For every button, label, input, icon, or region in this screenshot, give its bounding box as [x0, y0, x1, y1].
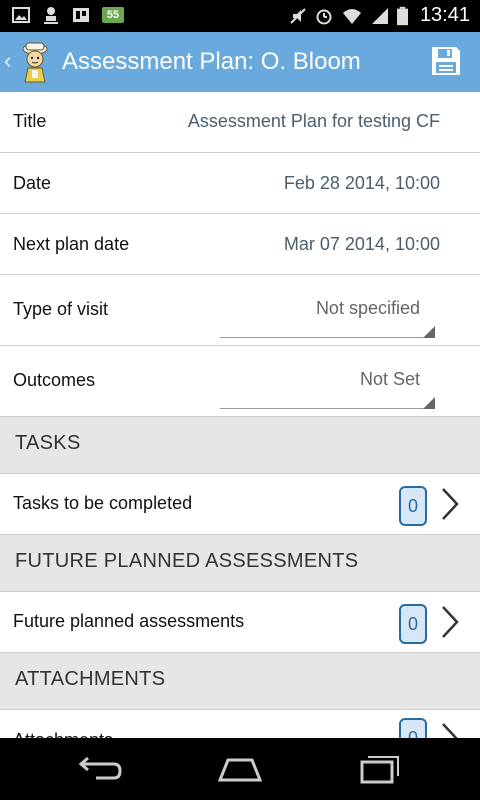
count-badge: 0: [399, 486, 427, 526]
attachments-row[interactable]: Attachments 0: [0, 710, 480, 738]
signal-icon: [371, 7, 388, 24]
page-title: Assessment Plan: O. Bloom: [62, 48, 361, 75]
outcomes-row: Outcomes Not Set: [0, 346, 480, 417]
form-content: Title Assessment Plan for testing CF Dat…: [0, 92, 480, 738]
count-badge: 0: [399, 718, 427, 738]
mute-icon: [290, 7, 306, 24]
spinner-underline: [220, 408, 435, 409]
action-bar: ‹ Assessment Plan: O. Bloom: [0, 32, 480, 92]
alarm-icon: [316, 9, 332, 24]
type-of-visit-value[interactable]: Not specified: [316, 298, 420, 319]
navigation-bar: [0, 738, 480, 800]
save-icon[interactable]: [430, 45, 462, 77]
title-field[interactable]: Assessment Plan for testing CF: [188, 111, 440, 132]
dropdown-triangle-icon: [423, 397, 435, 409]
tasks-section-header: TASKS: [0, 417, 480, 474]
chevron-right-icon[interactable]: [440, 487, 460, 521]
future-assessments-label: Future planned assessments: [13, 611, 245, 631]
battery-icon: [396, 6, 408, 25]
attachments-label: Attachments: [13, 730, 113, 738]
next-plan-date-value[interactable]: Mar 07 2014, 10:00: [284, 234, 440, 255]
spinner-underline: [220, 337, 435, 338]
date-value[interactable]: Feb 28 2014, 10:00: [284, 173, 440, 194]
chevron-right-icon[interactable]: [440, 722, 460, 738]
home-icon[interactable]: [216, 752, 264, 786]
tasks-label: Tasks to be completed: [13, 493, 193, 513]
storage-icon: [73, 8, 89, 22]
next-plan-date-row[interactable]: Next plan date Mar 07 2014, 10:00: [0, 214, 480, 275]
outcomes-label: Outcomes: [13, 370, 96, 390]
date-label: Date: [13, 173, 52, 193]
section-title: TASKS: [15, 432, 81, 454]
status-bar: 55 13:41: [0, 0, 480, 32]
type-of-visit-label: Type of visit: [13, 299, 109, 319]
outcomes-value[interactable]: Not Set: [360, 369, 420, 390]
date-row[interactable]: Date Feb 28 2014, 10:00: [0, 153, 480, 214]
next-plan-date-label: Next plan date: [13, 234, 130, 254]
title-row[interactable]: Title Assessment Plan for testing CF: [0, 92, 480, 153]
future-assessments-row[interactable]: Future planned assessments 0: [0, 592, 480, 653]
section-title: ATTACHMENTS: [15, 668, 166, 690]
chevron-right-icon[interactable]: [440, 605, 460, 639]
sim-icon: 55: [102, 7, 124, 23]
recent-apps-icon[interactable]: [356, 752, 404, 786]
back-icon[interactable]: [76, 752, 124, 786]
download-icon: [44, 7, 58, 24]
attachments-section-header: ATTACHMENTS: [0, 653, 480, 710]
wifi-icon: [342, 8, 361, 24]
type-of-visit-row: Type of visit Not specified: [0, 275, 480, 346]
section-title: FUTURE PLANNED ASSESSMENTS: [15, 550, 359, 572]
image-icon: [12, 7, 30, 23]
count-badge: 0: [399, 604, 427, 644]
tasks-row[interactable]: Tasks to be completed 0: [0, 474, 480, 535]
title-label: Title: [13, 111, 47, 131]
clock: 13:41: [419, 4, 470, 26]
back-chevron-icon[interactable]: ‹: [4, 48, 11, 74]
dropdown-triangle-icon: [423, 326, 435, 338]
app-logo-icon[interactable]: [18, 40, 52, 84]
future-assessments-section-header: FUTURE PLANNED ASSESSMENTS: [0, 535, 480, 592]
